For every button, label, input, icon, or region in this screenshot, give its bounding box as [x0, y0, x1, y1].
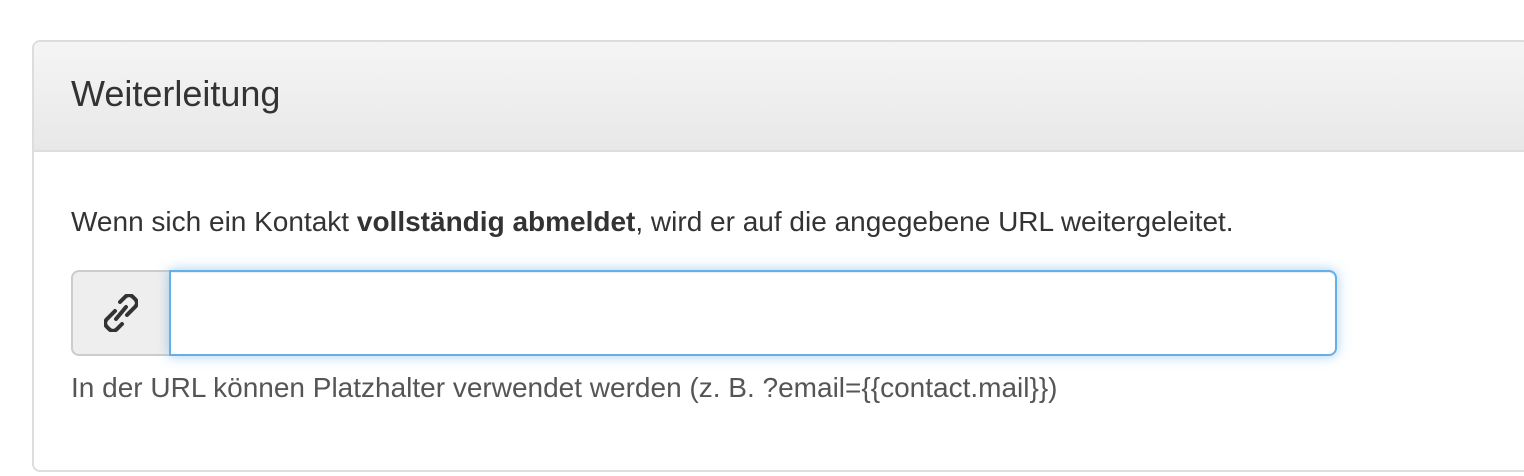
redirect-panel: Weiterleitung Wenn sich ein Kontakt voll…: [32, 40, 1524, 472]
redirect-description: Wenn sich ein Kontakt vollständig abmeld…: [71, 206, 1234, 238]
placeholder-help-text: In der URL können Platzhalter verwendet …: [71, 372, 1058, 403]
redirect-url-input[interactable]: [169, 270, 1337, 356]
description-suffix: , wird er auf die angegebene URL weiterg…: [635, 206, 1234, 237]
url-input-group: [71, 270, 1337, 356]
description-bold: vollständig abmeldet: [356, 206, 636, 237]
panel-title: Weiterleitung: [71, 73, 281, 114]
description-prefix: Wenn sich ein Kontakt: [71, 206, 357, 237]
link-icon: [104, 294, 138, 332]
panel-heading: Weiterleitung: [34, 42, 1524, 152]
url-addon: [71, 270, 169, 356]
